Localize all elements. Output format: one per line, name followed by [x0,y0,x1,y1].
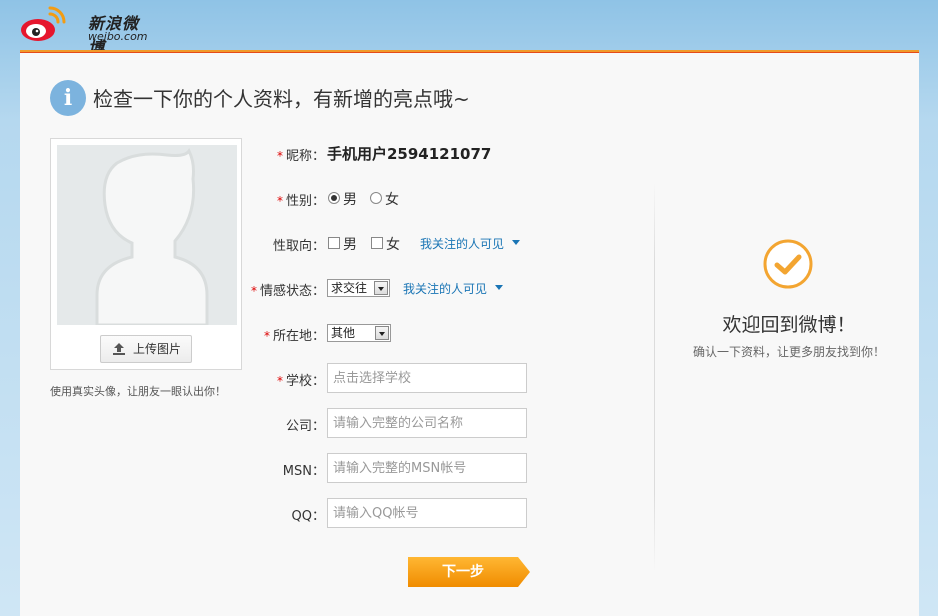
msn-row: MSN： [20,453,580,483]
next-step-label: 下一步 [442,564,484,580]
required-mark: * [250,284,257,298]
location-select[interactable]: 其他 [327,324,391,342]
brand-domain: weibo.com [88,30,148,43]
chevron-down-icon[interactable] [512,240,520,245]
school-row: * 学校： [20,363,580,393]
welcome-subtitle: 确认一下资料，让更多朋友找到你！ [692,345,885,359]
gender-label: * 性别： [276,194,325,209]
orientation-female-label: 女 [386,237,400,253]
vertical-divider [654,182,655,572]
relationship-label: * 情感状态： [250,284,325,299]
nickname-value: 手机用户2594121077 [327,145,492,163]
welcome-title: 欢迎回到微博！ [722,314,856,336]
orientation-male-checkbox[interactable] [328,237,340,249]
orientation-male-label: 男 [343,237,357,253]
required-mark: * [276,374,283,388]
location-row: * 所在地： 其他 [20,318,580,348]
info-icon: i [50,80,86,116]
select-arrow-icon[interactable] [375,326,389,340]
company-label: 公司： [285,419,325,434]
gender-row: * 性别： 男 女 [20,183,580,213]
msn-label: MSN： [282,464,325,479]
relationship-row: * 情感状态： 求交往 我关注的人可见 [20,273,580,303]
orientation-privacy-dropdown[interactable]: 我关注的人可见 [420,235,504,252]
qq-input[interactable] [327,498,527,528]
qq-row: QQ： [20,498,580,528]
required-mark: * [263,329,270,343]
page-title: 检查一下你的个人资料，有新增的亮点哦~ [93,87,470,111]
select-arrow-icon[interactable] [374,281,388,295]
school-label: * 学校： [276,374,325,389]
nickname-label: * 昵称： [276,149,325,164]
relationship-privacy-dropdown[interactable]: 我关注的人可见 [403,280,487,297]
company-row: 公司： [20,408,580,438]
profile-card: i 检查一下你的个人资料，有新增的亮点哦~ 上传图片 使用真实头像，让朋友一眼认… [20,50,919,616]
msn-input[interactable] [327,453,527,483]
gender-female-label: 女 [385,192,399,208]
required-mark: * [276,194,283,208]
company-input[interactable] [327,408,527,438]
school-input[interactable] [327,363,527,393]
checkmark-circle-icon [763,239,813,289]
gender-male-label: 男 [343,192,357,208]
chevron-down-icon[interactable] [495,285,503,290]
location-selected-value: 其他 [331,326,356,340]
next-step-button[interactable]: 下一步 [408,557,530,587]
gender-male-radio[interactable] [328,192,340,204]
weibo-eye-icon [21,6,66,41]
relationship-select[interactable]: 求交往 [327,279,390,297]
required-mark: * [276,149,283,163]
orientation-label: 性取向： [272,239,325,254]
weibo-logo[interactable]: 新浪微博 weibo.com [20,4,150,57]
qq-label: QQ： [291,509,325,524]
nickname-row: * 昵称： 手机用户2594121077 [20,138,580,168]
relationship-selected-value: 求交往 [331,281,368,295]
top-bar: 新浪微博 weibo.com [0,0,938,57]
location-label: * 所在地： [263,329,325,344]
orientation-row: 性取向： 男 女 我关注的人可见 [20,228,580,258]
gender-female-radio[interactable] [370,192,382,204]
orientation-female-checkbox[interactable] [371,237,383,249]
